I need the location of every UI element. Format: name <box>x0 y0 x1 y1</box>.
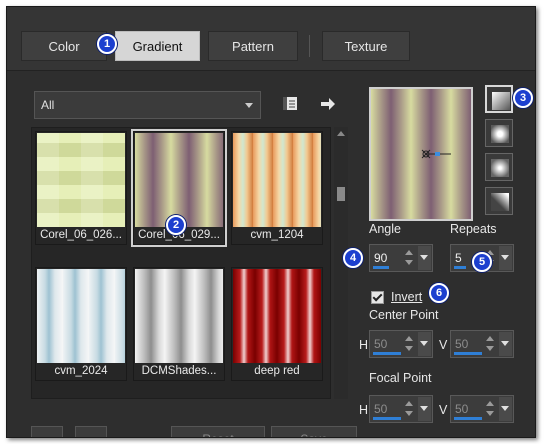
center-point-label: Center Point <box>369 308 439 322</box>
chevron-down-icon[interactable] <box>499 332 512 356</box>
gradient-preview[interactable] <box>369 87 473 221</box>
chevron-down-icon[interactable] <box>499 246 512 270</box>
swatch-label: deep red <box>254 365 300 377</box>
callout-badge-3: 3 <box>513 88 533 108</box>
center-v-slider-bar[interactable] <box>454 352 482 355</box>
angle-spinner[interactable]: 90 <box>369 244 433 272</box>
center-v-stepper[interactable] <box>485 332 495 356</box>
swatch-preview <box>37 133 125 227</box>
focal-h-label: H <box>359 403 369 417</box>
center-v-value: 50 <box>455 337 469 351</box>
repeats-value: 5 <box>455 251 462 265</box>
remove-button[interactable] <box>75 426 107 437</box>
focal-v-value: 50 <box>455 402 469 416</box>
library-icon[interactable] <box>279 93 301 115</box>
focal-h-spinner[interactable]: 50 <box>369 395 433 423</box>
swatch-preview <box>233 269 321 363</box>
scroll-thumb[interactable] <box>337 187 345 201</box>
focal-v-spinner[interactable]: 50 <box>450 395 514 423</box>
rectangular-gradient-icon[interactable] <box>485 119 513 147</box>
center-h-stepper[interactable] <box>404 332 414 356</box>
tab-gradient[interactable]: Gradient <box>115 31 200 61</box>
chevron-down-icon[interactable] <box>418 246 431 270</box>
center-h-slider-bar[interactable] <box>373 352 401 355</box>
focal-point-label: Focal Point <box>369 371 432 385</box>
center-h-label: H <box>359 338 369 352</box>
tab-color[interactable]: Color <box>21 31 107 61</box>
center-h-value: 50 <box>374 337 388 351</box>
focal-v-slider-bar[interactable] <box>454 417 482 420</box>
arrow-right-icon[interactable] <box>317 93 339 115</box>
focal-h-value: 50 <box>374 402 388 416</box>
gradient-swatch-grid: Corel_06_026... Corel_06_029... cvm_1204… <box>31 127 331 399</box>
swatch-cvm-1204[interactable]: cvm_1204 <box>231 131 323 245</box>
callout-badge-5: 5 <box>472 252 492 272</box>
swatch-preview <box>37 269 125 363</box>
swatch-corel-06-026[interactable]: Corel_06_026... <box>35 131 127 245</box>
angle-label: Angle <box>369 222 401 236</box>
tab-bar: Color Gradient Pattern Texture <box>7 7 535 71</box>
center-h-spinner[interactable]: 50 <box>369 330 433 358</box>
radial-gradient-icon[interactable] <box>485 153 513 181</box>
add-button[interactable] <box>31 426 63 437</box>
scroll-up-icon[interactable] <box>337 131 345 136</box>
focal-h-slider-bar[interactable] <box>373 417 401 420</box>
angle-stepper[interactable] <box>404 246 414 270</box>
save-button[interactable]: Save <box>271 426 357 437</box>
focal-h-stepper[interactable] <box>404 397 414 421</box>
swatch-preview <box>135 269 223 363</box>
swatch-cvm-2024[interactable]: cvm_2024 <box>35 267 127 381</box>
repeats-slider-bar[interactable] <box>454 266 466 269</box>
swatch-preview <box>233 133 321 227</box>
sunburst-gradient-icon[interactable] <box>485 187 513 215</box>
chevron-down-icon[interactable] <box>418 397 431 421</box>
angle-value: 90 <box>374 251 388 265</box>
callout-badge-2: 2 <box>166 215 186 235</box>
material-properties-dialog: Color Gradient Pattern Texture All Corel… <box>6 6 536 438</box>
swatch-label: DCMShades... <box>141 365 217 377</box>
linear-gradient-icon[interactable] <box>485 85 513 113</box>
focal-v-label: V <box>439 403 448 417</box>
gradient-handle-icon[interactable] <box>371 89 471 219</box>
category-filter-value: All <box>41 98 55 112</box>
angle-slider-bar[interactable] <box>373 266 389 269</box>
tab-pattern[interactable]: Pattern <box>208 31 298 61</box>
callout-badge-4: 4 <box>343 248 363 268</box>
swatch-dcmshades[interactable]: DCMShades... <box>133 267 225 381</box>
category-filter-dropdown[interactable]: All <box>34 91 261 119</box>
tab-separator <box>309 35 310 57</box>
swatch-label: cvm_1204 <box>250 229 304 241</box>
callout-badge-1: 1 <box>97 34 117 54</box>
chevron-down-icon[interactable] <box>499 397 512 421</box>
focal-v-stepper[interactable] <box>485 397 495 421</box>
invert-label: Invert <box>391 290 423 304</box>
invert-checkbox[interactable] <box>371 291 384 304</box>
swatch-deep-red[interactable]: deep red <box>231 267 323 381</box>
reset-button[interactable]: Reset <box>171 426 265 437</box>
center-v-label: V <box>439 338 448 352</box>
swatch-label: Corel_06_026... <box>40 229 122 241</box>
tab-texture[interactable]: Texture <box>322 31 410 61</box>
callout-badge-6: 6 <box>429 283 449 303</box>
swatch-preview <box>135 133 223 227</box>
swatch-label: cvm_2024 <box>54 365 108 377</box>
repeats-label: Repeats <box>450 222 497 236</box>
center-v-spinner[interactable]: 50 <box>450 330 514 358</box>
chevron-down-icon[interactable] <box>418 332 431 356</box>
chevron-down-icon <box>245 103 253 108</box>
